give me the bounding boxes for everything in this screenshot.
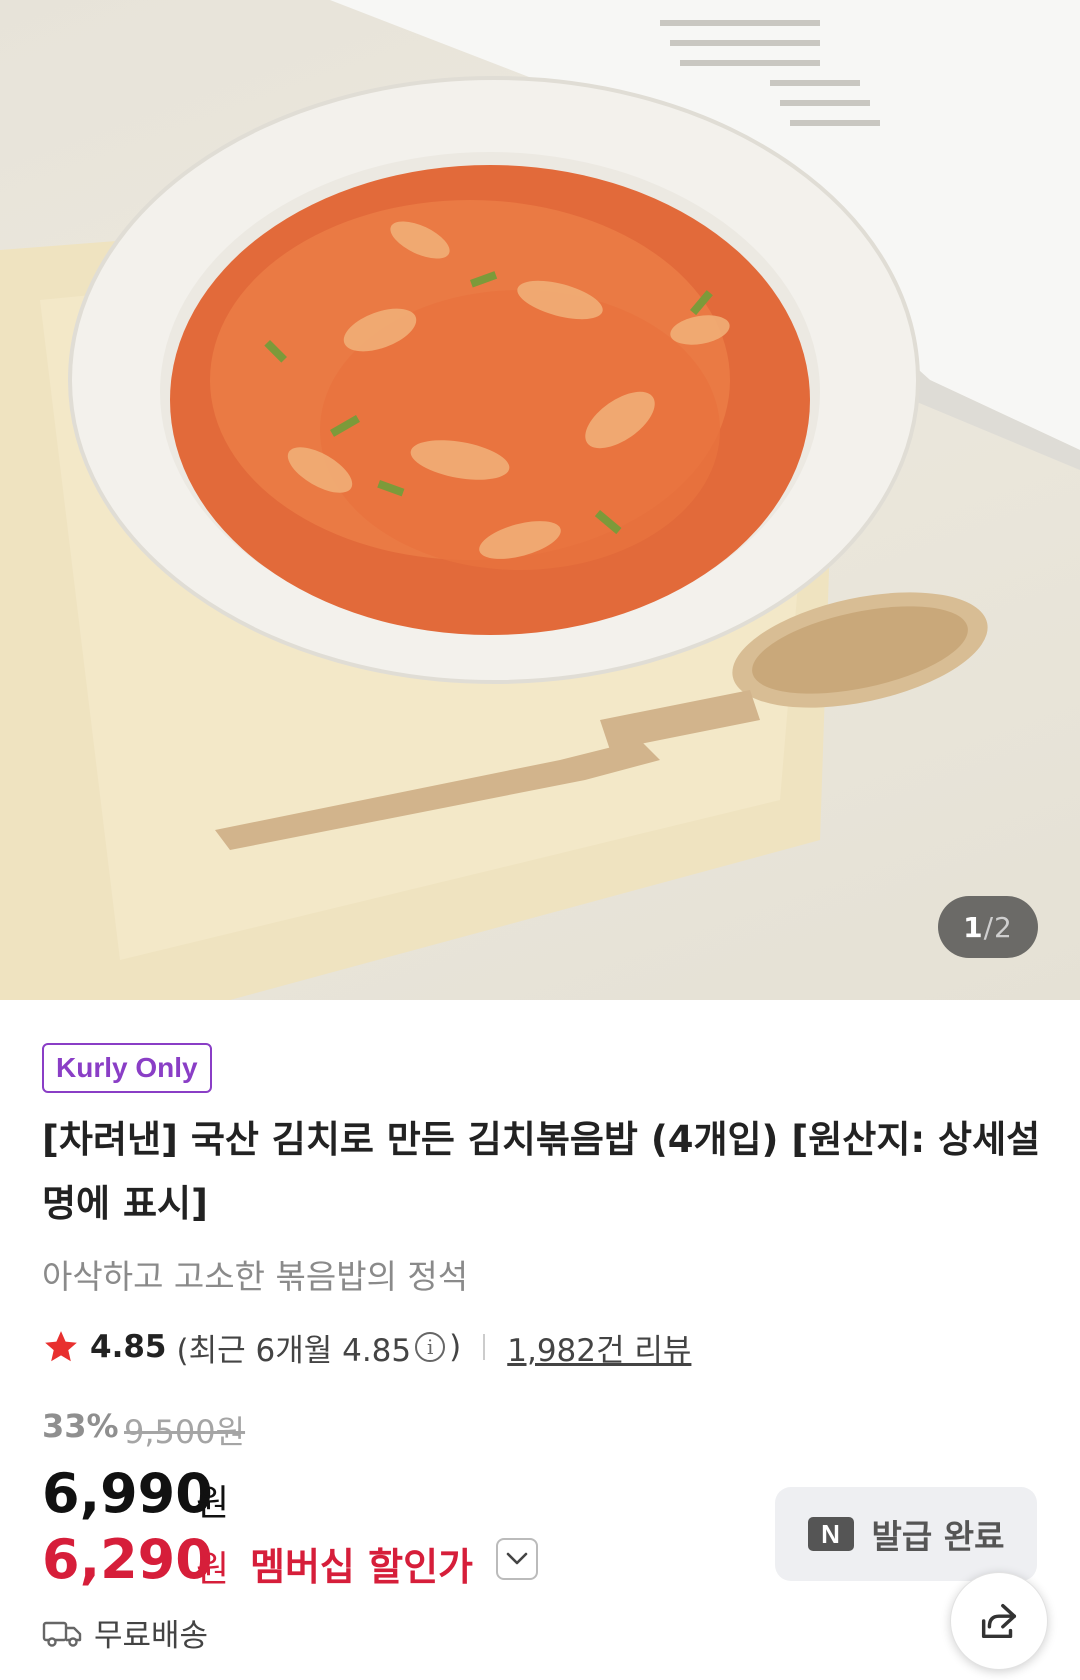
rating-recent: (최근 6개월 4.85 — [176, 1332, 412, 1369]
pager-separator: / — [983, 910, 995, 944]
sale-price-unit: 원 — [196, 1483, 230, 1524]
member-price: 6,290 — [42, 1528, 213, 1591]
rating-divider — [483, 1334, 486, 1360]
kurly-only-badge: Kurly Only — [42, 1043, 212, 1093]
rating-recent-close: ) — [449, 1329, 462, 1365]
member-price-toggle[interactable] — [496, 1538, 538, 1580]
product-photo — [0, 0, 1080, 1000]
star-icon — [45, 1331, 77, 1362]
naver-coupon-button[interactable]: N 발급 완료 — [775, 1487, 1037, 1581]
image-pager: 1 / 2 — [938, 896, 1038, 958]
discount-rate: 33% — [42, 1407, 119, 1445]
shipping-info: 무료배송 — [42, 1610, 208, 1655]
rating-score: 4.85 — [90, 1329, 167, 1365]
truck-icon — [42, 1621, 82, 1647]
rating-row: 4.85 (최근 6개월 4.85 i ) 1,982건 리뷰 — [42, 1322, 691, 1372]
product-subtitle: 아삭하고 고소한 볶음밥의 정석 — [42, 1257, 469, 1296]
naver-logo-icon: N — [807, 1517, 854, 1551]
review-count-link[interactable]: 1,982건 리뷰 — [507, 1325, 691, 1370]
product-title: [차려낸] 국산 김치로 만든 김치볶음밥 (4개입) [원산지: 상세설명에 … — [42, 1118, 1041, 1225]
pager-total: 2 — [994, 910, 1013, 944]
product-image[interactable]: 1 / 2 — [0, 0, 1080, 1000]
share-icon — [981, 1603, 1017, 1639]
info-icon[interactable]: i — [415, 1332, 446, 1362]
chevron-down-icon — [506, 1552, 528, 1565]
pager-current: 1 — [963, 910, 984, 944]
share-button[interactable] — [950, 1572, 1048, 1670]
member-price-unit: 원 — [196, 1549, 230, 1590]
sale-price: 6,990 — [42, 1462, 213, 1525]
member-price-label: 멤버십 할인가 — [250, 1545, 473, 1589]
shipping-label: 무료배송 — [94, 1618, 209, 1654]
coupon-status-label: 발급 완료 — [871, 1517, 1005, 1556]
original-price: 9,500원 — [124, 1413, 246, 1451]
